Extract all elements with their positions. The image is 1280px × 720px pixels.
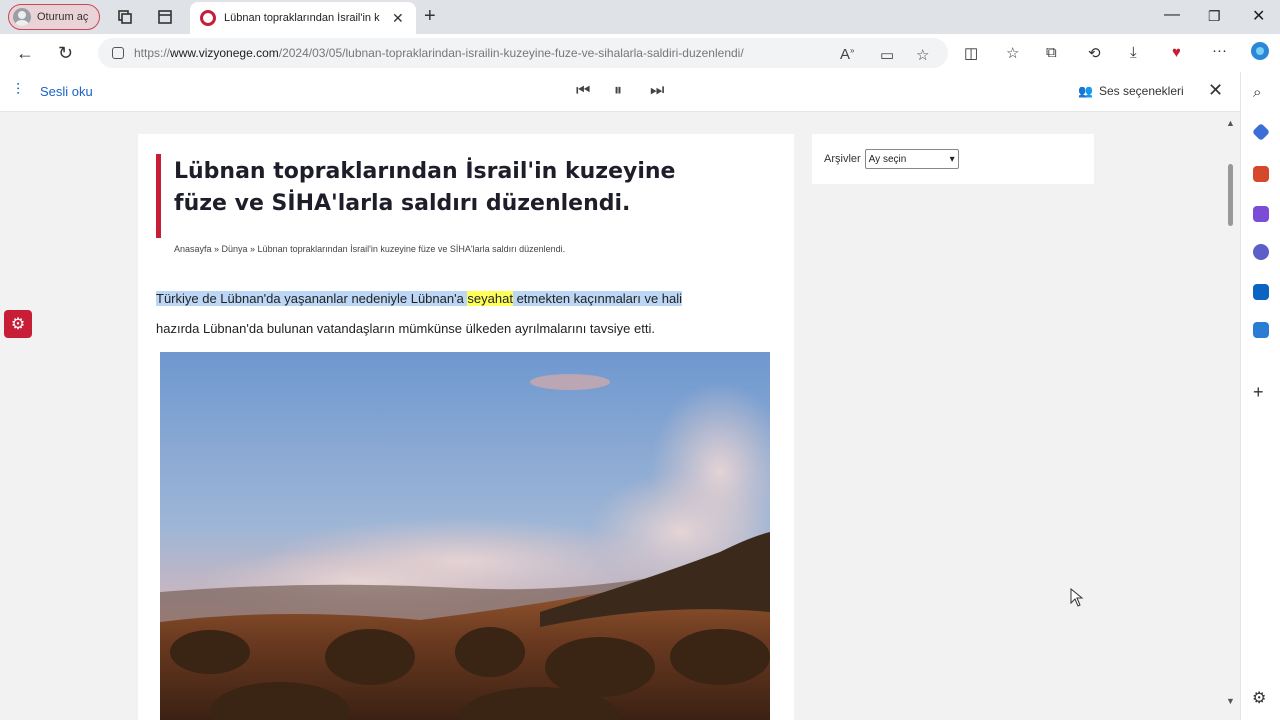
scroll-up-icon[interactable]: ▲ bbox=[1226, 118, 1235, 128]
split-screen-icon[interactable]: ◫ bbox=[964, 44, 978, 62]
site-favicon-icon bbox=[200, 10, 216, 26]
sidebar-tag-icon[interactable] bbox=[1251, 122, 1271, 142]
highlighted-sentence: Türkiye de Lübnan'da yaşananlar nedeniyl… bbox=[156, 291, 683, 306]
current-word: seyahat bbox=[467, 291, 513, 306]
previous-paragraph-icon[interactable]: ⏮ bbox=[576, 82, 590, 100]
close-window-button[interactable]: ✕ bbox=[1252, 6, 1265, 26]
sidebar-search-icon[interactable]: ⌕ bbox=[1253, 84, 1261, 101]
read-aloud-toolbar: ⫶ Sesli oku ⏮ ⏸ ⏭ 👥 Ses seçenekleri ✕ bbox=[0, 72, 1280, 112]
avatar-icon bbox=[13, 8, 31, 26]
sidebar-settings-gear-icon[interactable]: ⚙ bbox=[1252, 688, 1266, 708]
page-viewport: ⚙ Lübnan topraklarından İsrail'in kuzeyi… bbox=[0, 112, 1240, 720]
history-icon[interactable]: ⟲ bbox=[1088, 44, 1101, 62]
next-paragraph-icon[interactable]: ⏭ bbox=[650, 82, 664, 100]
scroll-down-icon[interactable]: ▼ bbox=[1226, 696, 1235, 706]
tab-active[interactable]: Lübnan topraklarından İsrail'in k ✕ bbox=[190, 2, 416, 34]
voice-options-label: Ses seçenekleri bbox=[1098, 84, 1184, 98]
copilot-icon[interactable] bbox=[1250, 41, 1270, 66]
favorite-star-icon[interactable]: ☆ bbox=[916, 46, 929, 64]
article-lead: Türkiye de Lübnan'da yaşananlar nedeniyl… bbox=[156, 284, 776, 344]
voice-person-icon: 👥 bbox=[1078, 84, 1093, 98]
edge-sidebar: ⌕ + ⚙ bbox=[1240, 72, 1280, 720]
archive-month-select[interactable]: Ay seçin ▾ bbox=[864, 149, 959, 169]
tab-close-icon[interactable]: ✕ bbox=[392, 10, 404, 27]
sidebar-outlook-icon[interactable] bbox=[1253, 284, 1269, 300]
settings-more-icon[interactable]: ··· bbox=[1212, 42, 1227, 59]
archive-widget: Arşivler Ay seçin ▾ bbox=[812, 134, 1094, 184]
mouse-cursor-icon bbox=[1070, 587, 1084, 613]
sidebar-add-icon[interactable]: + bbox=[1253, 382, 1264, 403]
settings-gear-icon[interactable]: ⚙ bbox=[4, 310, 32, 338]
browser-essentials-icon[interactable]: ♥ bbox=[1172, 44, 1181, 61]
lead-rest: hazırda Lübnan'da bulunan vatandaşların … bbox=[156, 321, 655, 336]
workspaces-icon[interactable] bbox=[116, 8, 134, 26]
tab-strip: Oturum aç Lübnan topraklarından İsrail'i… bbox=[0, 0, 1280, 34]
read-aloud-label[interactable]: Sesli oku bbox=[40, 84, 93, 99]
sidebar-designer-icon[interactable] bbox=[1253, 322, 1269, 338]
article-card: Lübnan topraklarından İsrail'in kuzeyine… bbox=[138, 134, 794, 720]
breadcrumb[interactable]: Anasayfa » Dünya » Lübnan topraklarından… bbox=[174, 244, 565, 254]
profile-label: Oturum aç bbox=[37, 11, 89, 23]
sidebar-m365-icon[interactable] bbox=[1253, 244, 1269, 260]
page-scrollbar[interactable]: ▲ ▼ bbox=[1222, 112, 1238, 720]
read-aloud-wave-icon: ⫶ bbox=[16, 82, 21, 99]
archive-label: Arşivler bbox=[824, 153, 861, 165]
favorites-icon[interactable]: ☆ bbox=[1006, 44, 1019, 62]
url-text[interactable]: https://www.vizyonege.com/2024/03/05/lub… bbox=[134, 46, 814, 60]
title-accent-bar bbox=[156, 154, 161, 238]
scroll-thumb[interactable] bbox=[1228, 164, 1233, 226]
close-read-aloud-icon[interactable]: ✕ bbox=[1208, 80, 1223, 101]
refresh-icon[interactable]: ↻ bbox=[58, 43, 73, 64]
restore-button[interactable]: ❐ bbox=[1208, 8, 1221, 25]
navigation-bar: ← ↻ https://www.vizyonege.com/2024/03/05… bbox=[0, 34, 1280, 72]
read-aloud-icon[interactable]: A» bbox=[840, 46, 854, 63]
tab-actions-icon[interactable] bbox=[156, 8, 174, 26]
collections-icon[interactable]: ⧉ bbox=[1046, 44, 1057, 61]
address-bar[interactable]: https://www.vizyonege.com/2024/03/05/lub… bbox=[98, 38, 948, 68]
immersive-reader-icon[interactable]: ▭ bbox=[880, 46, 894, 64]
profile-button[interactable]: Oturum aç bbox=[8, 4, 100, 30]
sidebar-tools-icon[interactable] bbox=[1253, 166, 1269, 182]
article-photo bbox=[160, 352, 770, 720]
new-tab-button[interactable]: + bbox=[424, 5, 436, 28]
pause-icon[interactable]: ⏸ bbox=[614, 82, 622, 100]
article-headline: Lübnan topraklarından İsrail'in kuzeyine… bbox=[174, 159, 676, 216]
tab-title: Lübnan topraklarından İsrail'in k bbox=[224, 12, 380, 24]
downloads-icon[interactable]: ⤓ bbox=[1130, 44, 1137, 61]
minimize-button[interactable]: — bbox=[1164, 6, 1180, 24]
voice-options-button[interactable]: 👥 Ses seçenekleri bbox=[1078, 84, 1184, 98]
chevron-down-icon: ▾ bbox=[949, 153, 955, 165]
sidebar-games-icon[interactable] bbox=[1253, 206, 1269, 222]
back-arrow-icon[interactable]: ← bbox=[16, 43, 34, 64]
site-info-icon[interactable] bbox=[112, 47, 124, 59]
